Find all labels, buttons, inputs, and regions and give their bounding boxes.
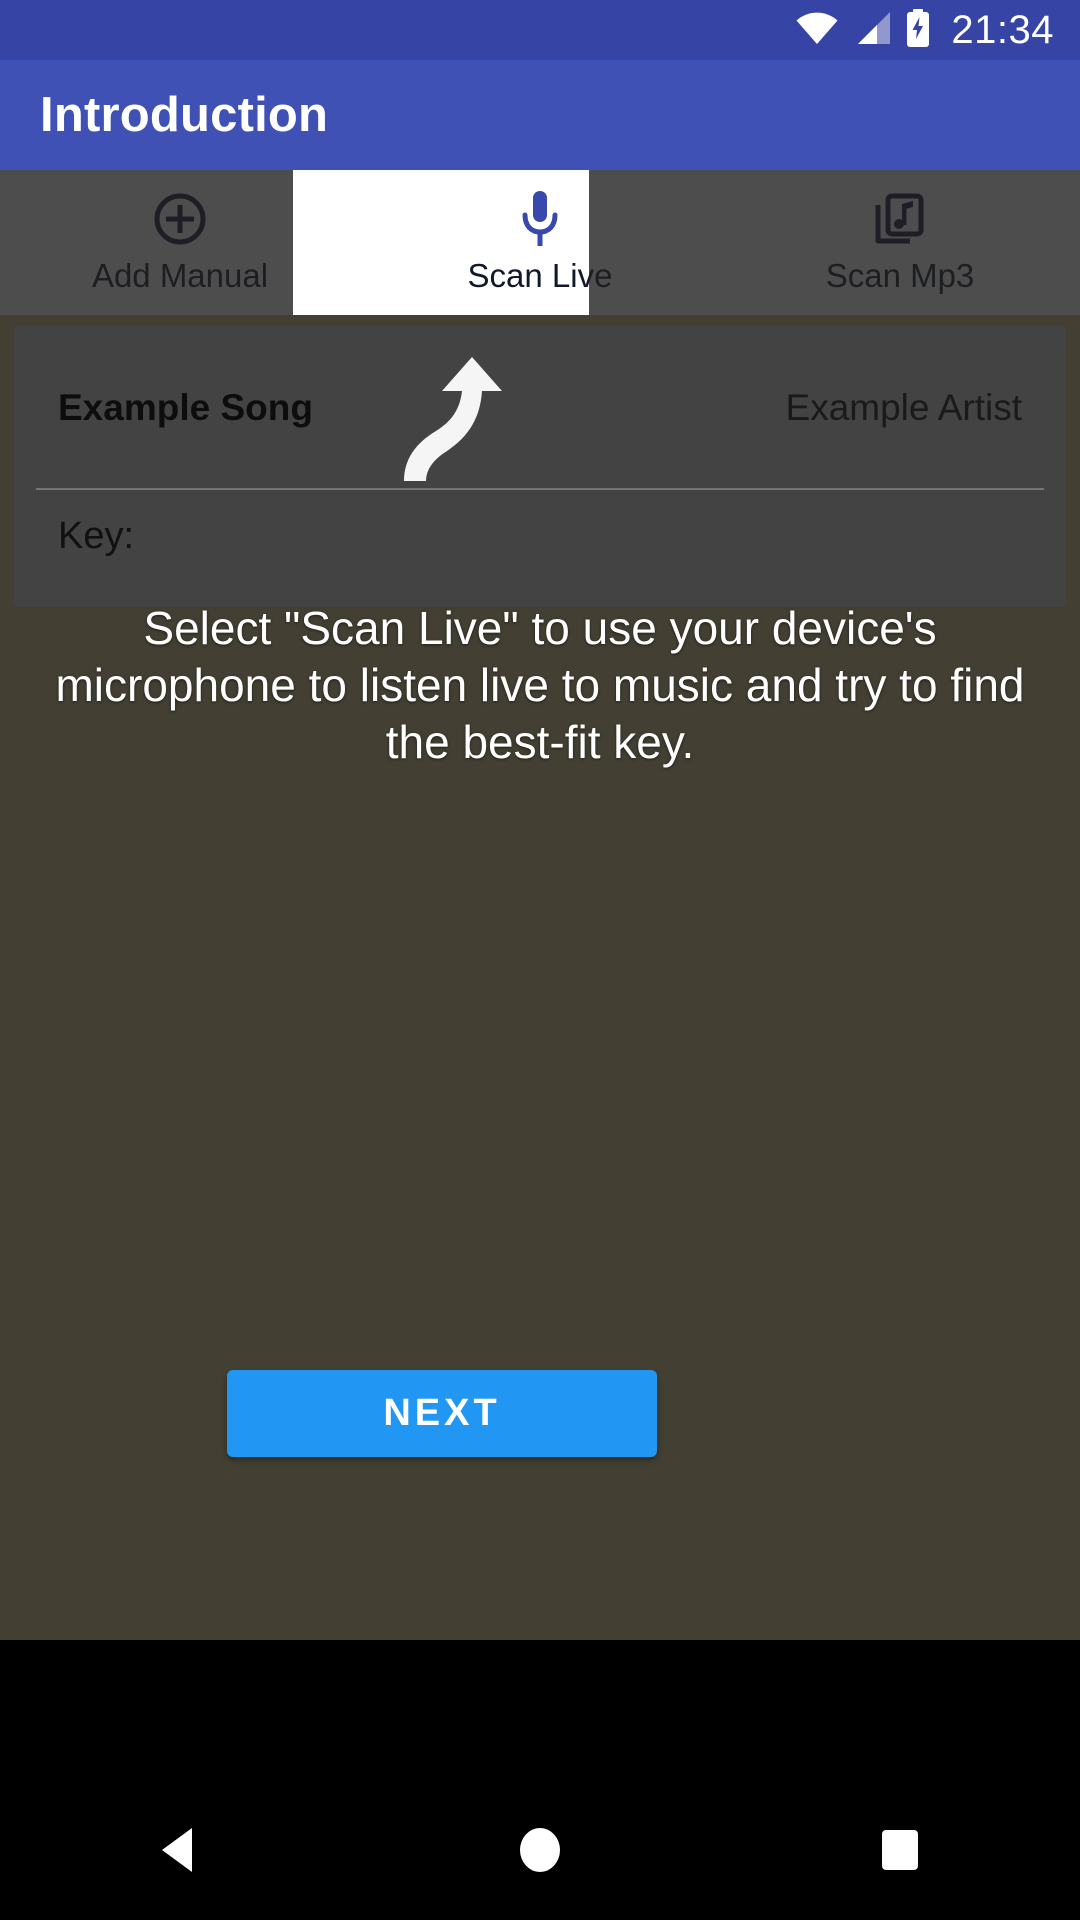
status-bar-clock: 21:34 bbox=[951, 8, 1054, 52]
page-title: Introduction bbox=[40, 88, 329, 142]
android-screen: 21:34 Introduction Add Manual Scan Live … bbox=[0, 0, 1080, 1920]
song-card-dimmed: Example Song Example Artist Key: bbox=[14, 325, 1066, 607]
cell-signal-icon bbox=[853, 11, 891, 50]
tab-label-scan-live: Scan Live bbox=[467, 256, 613, 294]
microphone-icon bbox=[516, 190, 564, 248]
nav-back-button[interactable] bbox=[0, 1826, 360, 1879]
status-bar: 21:34 bbox=[0, 0, 1080, 60]
recents-square-icon bbox=[878, 1828, 922, 1877]
song-artist-dimmed: Example Artist bbox=[785, 386, 1022, 428]
song-title-dimmed: Example Song bbox=[58, 386, 313, 428]
battery-charging-icon bbox=[905, 8, 931, 52]
wifi-icon bbox=[795, 11, 839, 50]
next-button[interactable]: NEXT bbox=[227, 1370, 657, 1457]
tab-bar[interactable]: Add Manual Scan Live Scan Mp3 bbox=[0, 170, 1080, 315]
coach-mark-instruction: Select "Scan Live" to use your device's … bbox=[55, 602, 1025, 768]
curved-up-arrow-icon bbox=[380, 355, 540, 485]
system-nav-bar[interactable] bbox=[0, 1784, 1080, 1920]
card-divider-dimmed bbox=[36, 488, 1044, 490]
tab-label-scan-mp3: Scan Mp3 bbox=[825, 256, 975, 294]
home-circle-icon bbox=[516, 1826, 564, 1879]
song-key-label-dimmed: Key: bbox=[58, 515, 135, 557]
tab-label-add-manual: Add Manual bbox=[91, 256, 269, 294]
app-toolbar: Introduction bbox=[0, 60, 1080, 170]
song-card-header-dimmed: Example Song Example Artist bbox=[14, 325, 1066, 490]
tab-scan-mp3[interactable]: Scan Mp3 bbox=[720, 170, 1080, 315]
music-library-icon bbox=[872, 190, 928, 248]
plus-circle-icon bbox=[152, 190, 208, 248]
nav-recents-button[interactable] bbox=[720, 1828, 1080, 1877]
tab-scan-live[interactable]: Scan Live bbox=[360, 170, 720, 315]
tab-add-manual[interactable]: Add Manual bbox=[0, 170, 360, 315]
nav-home-button[interactable] bbox=[360, 1826, 720, 1879]
back-triangle-icon bbox=[158, 1826, 202, 1879]
